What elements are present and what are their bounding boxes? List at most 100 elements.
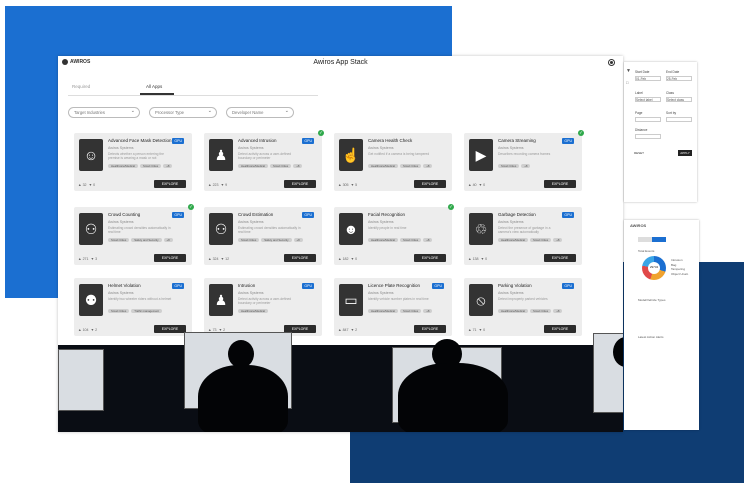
thumbs-up-icon[interactable]: ▲ [468, 257, 472, 261]
industry-tag: Smart Cities [529, 238, 552, 242]
tab-all-apps[interactable]: All Apps [146, 84, 162, 89]
developer-name-select[interactable]: Developer Name ⌄ [226, 107, 294, 118]
filter-icon[interactable]: ▼ [626, 68, 631, 74]
thumbs-up-icon[interactable]: ▲ [338, 257, 342, 261]
end-date-field[interactable]: 25-Feb [666, 76, 692, 81]
app-card[interactable]: ☺ Advanced Face Mask Detection Awiros Syst… [74, 133, 192, 191]
gpu-badge: GPU [302, 283, 314, 289]
tag-list: Healthcare/Medical Smart Cities +8 [368, 309, 433, 313]
likes-count: 71 [472, 328, 477, 332]
explore-button[interactable]: EXPLORE [284, 180, 316, 188]
intruder-icon: ♟ [209, 139, 233, 171]
user-avatar-icon[interactable] [608, 59, 615, 66]
chevron-down-icon: ⌄ [207, 108, 212, 114]
apply-button[interactable]: APPLY [678, 150, 692, 156]
app-card[interactable]: ♲ Garbage Detection Awiros Systems Detect t… [464, 207, 582, 265]
app-card[interactable]: ♟ Advanced Intrusion Awiros Systems Detect … [204, 130, 324, 191]
thumbs-down-icon[interactable]: ▼ [351, 257, 355, 261]
app-card[interactable]: ♟ Intrusion Awiros Systems Detect activity … [204, 278, 322, 336]
explore-button[interactable]: EXPLORE [414, 180, 446, 188]
thumbs-down-icon[interactable]: ▼ [91, 328, 95, 332]
page-select[interactable] [635, 117, 661, 122]
thumbs-down-icon[interactable]: ▼ [221, 183, 225, 187]
app-card[interactable]: ⚉ Helmet Violation Awiros Systems Identify … [74, 278, 192, 336]
app-vendor: Awiros Systems [498, 220, 524, 224]
thumbs-down-icon[interactable]: ▼ [481, 257, 485, 261]
thumbs-up-icon[interactable]: ▲ [78, 257, 82, 261]
explore-button[interactable]: EXPLORE [154, 254, 186, 262]
thumbs-down-icon[interactable]: ▼ [351, 183, 355, 187]
thumbs-down-icon[interactable]: ▼ [479, 183, 483, 187]
processor-type-select[interactable]: Processor Type ⌄ [149, 107, 217, 118]
app-card[interactable]: ⚇ Crowd Counting Awiros Systems Estimating … [74, 204, 194, 265]
industry-tag: Safety and Security [261, 238, 292, 242]
helmet-icon: ⚉ [79, 284, 103, 316]
dislikes-count: 5 [355, 183, 358, 187]
rating-stats: ▲ 182 ▼ 0 [338, 257, 357, 261]
explore-button[interactable]: EXPLORE [414, 325, 446, 333]
app-description: Describes recording camera frames [498, 152, 551, 156]
thumbs-down-icon[interactable]: ▼ [89, 183, 93, 187]
thumbs-down-icon[interactable]: ▼ [351, 328, 355, 332]
thumbs-up-icon[interactable]: ▲ [78, 328, 82, 332]
thumbs-up-icon[interactable]: ▲ [208, 183, 212, 187]
label-value: Select label [636, 98, 653, 102]
thumbs-up-icon[interactable]: ▲ [468, 183, 472, 187]
industry-tag: Smart Cities [399, 238, 422, 242]
explore-button[interactable]: EXPLORE [414, 254, 446, 262]
target-industries-label: Target Industries [74, 110, 105, 115]
industry-tag: +8 [163, 164, 173, 168]
thumbs-down-icon[interactable]: ▼ [479, 328, 483, 332]
tab-required[interactable]: Required [72, 84, 90, 89]
app-card[interactable]: ☻ Facial Recognition Awiros Systems Identif… [334, 204, 454, 265]
tag-list: Healthcare/Medical Smart Cities +8 [498, 238, 563, 242]
app-card[interactable]: ▭ Licence Plate Recognition Awiros Systems… [334, 278, 452, 336]
rating-stats: ▲ 223 ▼ 9 [208, 183, 227, 187]
app-card[interactable]: ⚇ Crowd Estimation Awiros Systems Estimatin… [204, 207, 322, 265]
app-card[interactable]: ☝ Camera Health Check Awiros Systems Get no… [334, 133, 452, 191]
thumbs-up-icon[interactable]: ▲ [78, 183, 82, 187]
explore-button[interactable]: EXPLORE [154, 180, 186, 188]
target-industries-select[interactable]: Target Industries ⌄ [68, 107, 140, 118]
thumbs-up-icon[interactable]: ▲ [338, 183, 342, 187]
no-parking-icon: ⦸ [469, 284, 493, 316]
industry-tag: Smart Cities [269, 164, 292, 168]
class-field[interactable]: Select class [666, 97, 692, 102]
toggle-right[interactable] [652, 237, 666, 242]
label-field[interactable]: Select label [635, 97, 661, 102]
gpu-badge: GPU [562, 283, 574, 289]
app-description: Detect improperly parked vehicles [498, 297, 548, 301]
app-card[interactable]: ▶ Camera Streaming Awiros Systems Describes… [464, 130, 584, 191]
reset-button[interactable]: RESET [634, 151, 644, 155]
dislikes-count: 2 [355, 328, 358, 332]
start-date-field[interactable]: 01-Feb [635, 76, 661, 81]
sort-by-select[interactable] [666, 117, 692, 122]
tag-list: Smart Cities +8 [498, 164, 531, 168]
app-card[interactable]: ⦸ Parking Violation Awiros Systems Detect i… [464, 278, 582, 336]
thumbs-down-icon[interactable]: ▼ [221, 257, 225, 261]
developer-name-label: Developer Name [232, 110, 264, 115]
industry-tag: Healthcare/Medical [238, 164, 268, 168]
app-description: Identify two wheeler riders without a he… [108, 297, 172, 301]
app-window: AWIROS Awiros App Stack Required All App… [58, 56, 623, 432]
verified-check-icon: ✓ [448, 204, 454, 210]
distance-select[interactable] [635, 134, 661, 139]
thumbs-up-icon[interactable]: ▲ [338, 328, 342, 332]
thumbs-up-icon[interactable]: ▲ [468, 328, 472, 332]
explore-button[interactable]: EXPLORE [544, 254, 576, 262]
explore-button[interactable]: EXPLORE [284, 254, 316, 262]
thumbs-down-icon[interactable]: ▼ [91, 257, 95, 261]
thumbs-up-icon[interactable]: ▲ [208, 257, 212, 261]
class-value: Select class [667, 98, 685, 102]
rating-stats: ▲ 71 ▼ 0 [468, 328, 485, 332]
app-vendor: Awiros Systems [368, 146, 394, 150]
video-camera-icon: ▶ [469, 139, 493, 171]
explore-button[interactable]: EXPLORE [544, 325, 576, 333]
explore-button[interactable]: EXPLORE [154, 325, 186, 333]
toggle-left[interactable] [638, 237, 652, 242]
gpu-badge: GPU [302, 138, 314, 144]
license-plate-icon: ▭ [339, 284, 363, 316]
app-vendor: Awiros Systems [498, 146, 524, 150]
explore-button[interactable]: EXPLORE [544, 180, 576, 188]
sort-by-label: Sort by [666, 111, 677, 115]
